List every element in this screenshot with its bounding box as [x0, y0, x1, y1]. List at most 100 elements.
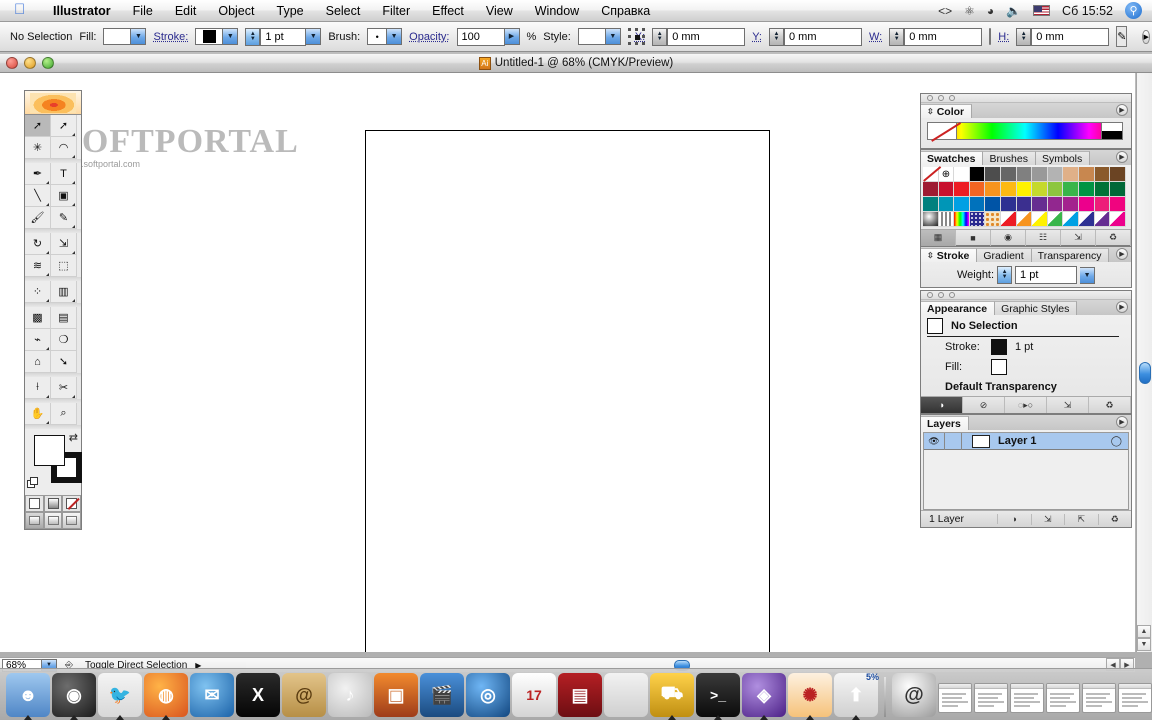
- brush-dropdown-arrow[interactable]: ▼: [387, 28, 403, 45]
- stroke-panel-weight-field[interactable]: 1 pt: [1015, 266, 1078, 284]
- stroke-panel-menu-icon[interactable]: ▶: [1116, 248, 1128, 260]
- bluetooth-icon[interactable]: ⚛: [964, 4, 975, 18]
- swatch-2-6[interactable]: [1016, 197, 1033, 212]
- control-bar-menu-icon[interactable]: ▶: [1142, 29, 1150, 44]
- swatch-2-11[interactable]: [1094, 197, 1111, 212]
- swatch-0-6[interactable]: [1016, 167, 1033, 182]
- appearance-fill-row[interactable]: Fill:: [927, 357, 1119, 377]
- stroke-label[interactable]: Stroke:: [153, 31, 188, 43]
- swatch-0-0[interactable]: [923, 166, 941, 182]
- swatch-3-12[interactable]: [1110, 212, 1126, 227]
- duplicate-item-button[interactable]: ⇲: [1047, 397, 1089, 413]
- dock-item-ical[interactable]: 17: [512, 673, 556, 717]
- menu-item-effect[interactable]: Effect: [421, 2, 475, 20]
- warp-tool[interactable]: ≋: [25, 255, 51, 277]
- swatch-2-2[interactable]: [954, 197, 970, 212]
- swatch-3-7[interactable]: [1032, 212, 1048, 227]
- wifi-icon[interactable]: ◕: [987, 4, 994, 18]
- swatch-3-4[interactable]: [985, 212, 1001, 227]
- new-art-maintains-appearance-button[interactable]: ◑: [921, 397, 963, 413]
- tab-stroke[interactable]: ⇳ Stroke: [921, 248, 978, 262]
- fill-swatch-control[interactable]: ▼: [103, 28, 147, 45]
- scissors-tool[interactable]: ✂: [51, 377, 77, 399]
- none-color-icon[interactable]: [927, 122, 957, 140]
- swatch-0-8[interactable]: [1047, 167, 1064, 182]
- swatch-1-7[interactable]: [1032, 182, 1048, 197]
- dock-item-firefox[interactable]: ◍: [144, 673, 188, 720]
- dock-item-forklift[interactable]: ⛟: [650, 673, 694, 720]
- menu-item-type[interactable]: Type: [266, 2, 315, 20]
- lock-toggle[interactable]: [944, 432, 962, 450]
- default-fill-stroke-icon[interactable]: [27, 477, 39, 489]
- standard-screen-mode-button[interactable]: [25, 512, 44, 529]
- brush-control[interactable]: • ▼: [367, 28, 403, 45]
- live-paint-selection-tool[interactable]: ➘: [51, 351, 77, 373]
- stroke-weight-dropdown-arrow[interactable]: ▼: [306, 27, 322, 45]
- tab-graphic-styles[interactable]: Graphic Styles: [995, 301, 1078, 315]
- type-tool[interactable]: T: [51, 163, 77, 185]
- appearance-fill-swatch[interactable]: [991, 359, 1007, 375]
- dock-minimized-window-firefox-2[interactable]: [1118, 683, 1152, 713]
- swatch-3-10[interactable]: [1078, 212, 1095, 227]
- swatch-0-12[interactable]: [1110, 167, 1126, 182]
- selection-tool[interactable]: ➚: [25, 115, 51, 137]
- x-field[interactable]: 0 mm: [667, 27, 746, 46]
- stroke-swatch-control[interactable]: ▼: [195, 28, 239, 45]
- tab-transparency[interactable]: Transparency: [1031, 248, 1110, 262]
- dock-minimized-window-document[interactable]: [1010, 683, 1044, 713]
- y-stepper[interactable]: ▲ ▼: [769, 27, 784, 46]
- swatch-2-12[interactable]: [1110, 197, 1126, 212]
- stroke-weight-field[interactable]: 1 pt: [260, 27, 307, 46]
- appearance-transparency-row[interactable]: Default Transparency: [927, 377, 1119, 397]
- make-clipping-mask-button[interactable]: ◑: [997, 514, 1031, 524]
- menu-item-edit[interactable]: Edit: [164, 2, 208, 20]
- swatch-1-1[interactable]: [938, 182, 955, 197]
- fill-swatch[interactable]: [103, 28, 132, 45]
- us-flag-icon[interactable]: [1033, 5, 1051, 16]
- layers-panel-menu-icon[interactable]: ▶: [1116, 416, 1128, 428]
- free-transform-tool[interactable]: ⬚: [51, 255, 77, 277]
- rotate-tool[interactable]: ↻: [25, 233, 51, 255]
- swatch-0-1[interactable]: ⊕: [938, 167, 955, 182]
- swatch-3-11[interactable]: [1094, 212, 1111, 227]
- scale-tool[interactable]: ⇲: [51, 233, 77, 255]
- appearance-stroke-swatch[interactable]: [991, 339, 1007, 355]
- swatch-1-4[interactable]: [985, 182, 1001, 197]
- dock-item-iphoto[interactable]: ▣: [374, 673, 418, 717]
- dock-item-front-row[interactable]: ▤: [558, 673, 602, 717]
- swatch-3-5[interactable]: [1000, 212, 1017, 227]
- dock-item-network-upload[interactable]: ⬆ 5%: [834, 672, 879, 720]
- dock-item-thunderbird[interactable]: ✉: [190, 673, 234, 717]
- dock-item-dashboard[interactable]: ◉: [52, 673, 96, 720]
- dock-minimized-window-settings[interactable]: [1046, 683, 1080, 713]
- gradient-mode-button[interactable]: [43, 495, 63, 512]
- tab-swatches[interactable]: Swatches: [921, 151, 984, 165]
- swatch-0-7[interactable]: [1032, 167, 1048, 182]
- swatch-1-5[interactable]: [1000, 182, 1017, 197]
- show-gradient-swatches-button[interactable]: ◉: [991, 229, 1026, 246]
- slice-tool[interactable]: ⟊: [25, 377, 51, 399]
- swatch-2-8[interactable]: [1047, 197, 1064, 212]
- show-pattern-swatches-button[interactable]: ☷: [1026, 229, 1061, 246]
- panel-collapse-dots[interactable]: [921, 291, 1131, 300]
- tab-gradient[interactable]: Gradient: [977, 248, 1032, 262]
- white-black-swatch[interactable]: [1101, 122, 1123, 140]
- tab-color[interactable]: ⇳ Color: [921, 104, 973, 118]
- dock-item-illustrator[interactable]: ✺: [788, 673, 832, 720]
- tab-brushes[interactable]: Brushes: [983, 151, 1036, 165]
- eyedropper-tool[interactable]: ⌁: [25, 329, 51, 351]
- menu-item-illustrator[interactable]: Illustrator: [42, 2, 122, 20]
- mesh-tool[interactable]: ▩: [25, 307, 51, 329]
- swatch-1-0[interactable]: [923, 182, 939, 197]
- swatch-3-8[interactable]: [1047, 212, 1064, 227]
- swatch-0-9[interactable]: [1063, 167, 1079, 182]
- appearance-stroke-row[interactable]: Stroke: 1 pt: [927, 337, 1119, 357]
- swatch-1-9[interactable]: [1063, 182, 1079, 197]
- stroke-weight-stepper[interactable]: ▲ ▼: [245, 27, 261, 46]
- color-spectrum-ramp[interactable]: [927, 122, 1123, 140]
- rectangle-tool[interactable]: ▣: [51, 185, 77, 207]
- gradient-tool[interactable]: ▤: [51, 307, 77, 329]
- x-control[interactable]: ▲ ▼ 0 mm: [652, 27, 746, 46]
- opacity-slider-arrow[interactable]: ▶: [504, 27, 520, 45]
- swatch-1-3[interactable]: [969, 182, 986, 197]
